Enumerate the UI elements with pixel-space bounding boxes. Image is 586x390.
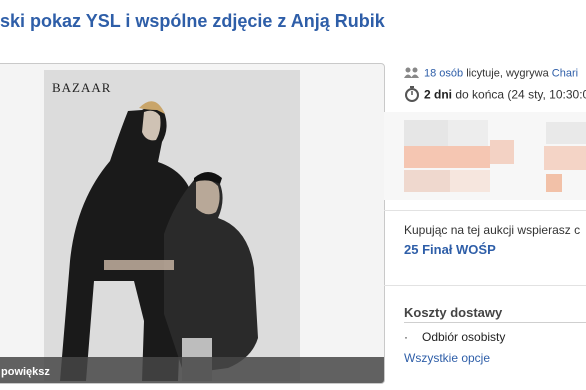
photo-figures xyxy=(44,70,300,381)
time-remaining: 2 dni xyxy=(424,87,453,102)
time-row: 2 dni do końca (24 sty, 10:30:00 xyxy=(404,86,586,105)
shipping-heading: Koszty dostawy xyxy=(404,305,503,320)
auction-title: ski pokaz YSL i wspólne zdjęcie z Anją R… xyxy=(0,11,385,31)
magazine-logo: BAZAAR xyxy=(52,80,112,95)
bidders-text: licytuje, wygrywa xyxy=(463,67,552,80)
winner-link[interactable]: Chari xyxy=(552,67,578,79)
shipping-option: · Odbiór osobisty xyxy=(404,330,505,344)
enlarge-label[interactable]: powiększ xyxy=(1,366,50,378)
blurred-price-area xyxy=(384,112,586,200)
shipping-underline xyxy=(404,322,586,323)
charity-text: Kupując na tej aukcji wspierasz c xyxy=(404,223,581,237)
image-gallery[interactable]: BAZAAR powiększ xyxy=(0,63,385,384)
people-icon xyxy=(404,66,420,81)
divider xyxy=(384,210,586,211)
clock-icon xyxy=(404,86,420,105)
bidders-row: 18 osób licytuje, wygrywa Chari xyxy=(404,66,578,81)
divider xyxy=(384,285,586,286)
shipping-option-label: Odbiór osobisty xyxy=(422,330,506,344)
bidders-link[interactable]: 18 osób xyxy=(424,67,463,79)
time-text: do końca (24 sty, 10:30:00 xyxy=(452,87,586,102)
enlarge-bar[interactable]: powiększ xyxy=(0,357,384,383)
auction-photo[interactable]: BAZAAR xyxy=(44,70,300,381)
bullet: · xyxy=(404,330,408,344)
charity-link[interactable]: 25 Finał WOŚP xyxy=(404,242,496,257)
all-shipping-options-link[interactable]: Wszystkie opcje xyxy=(404,351,490,365)
